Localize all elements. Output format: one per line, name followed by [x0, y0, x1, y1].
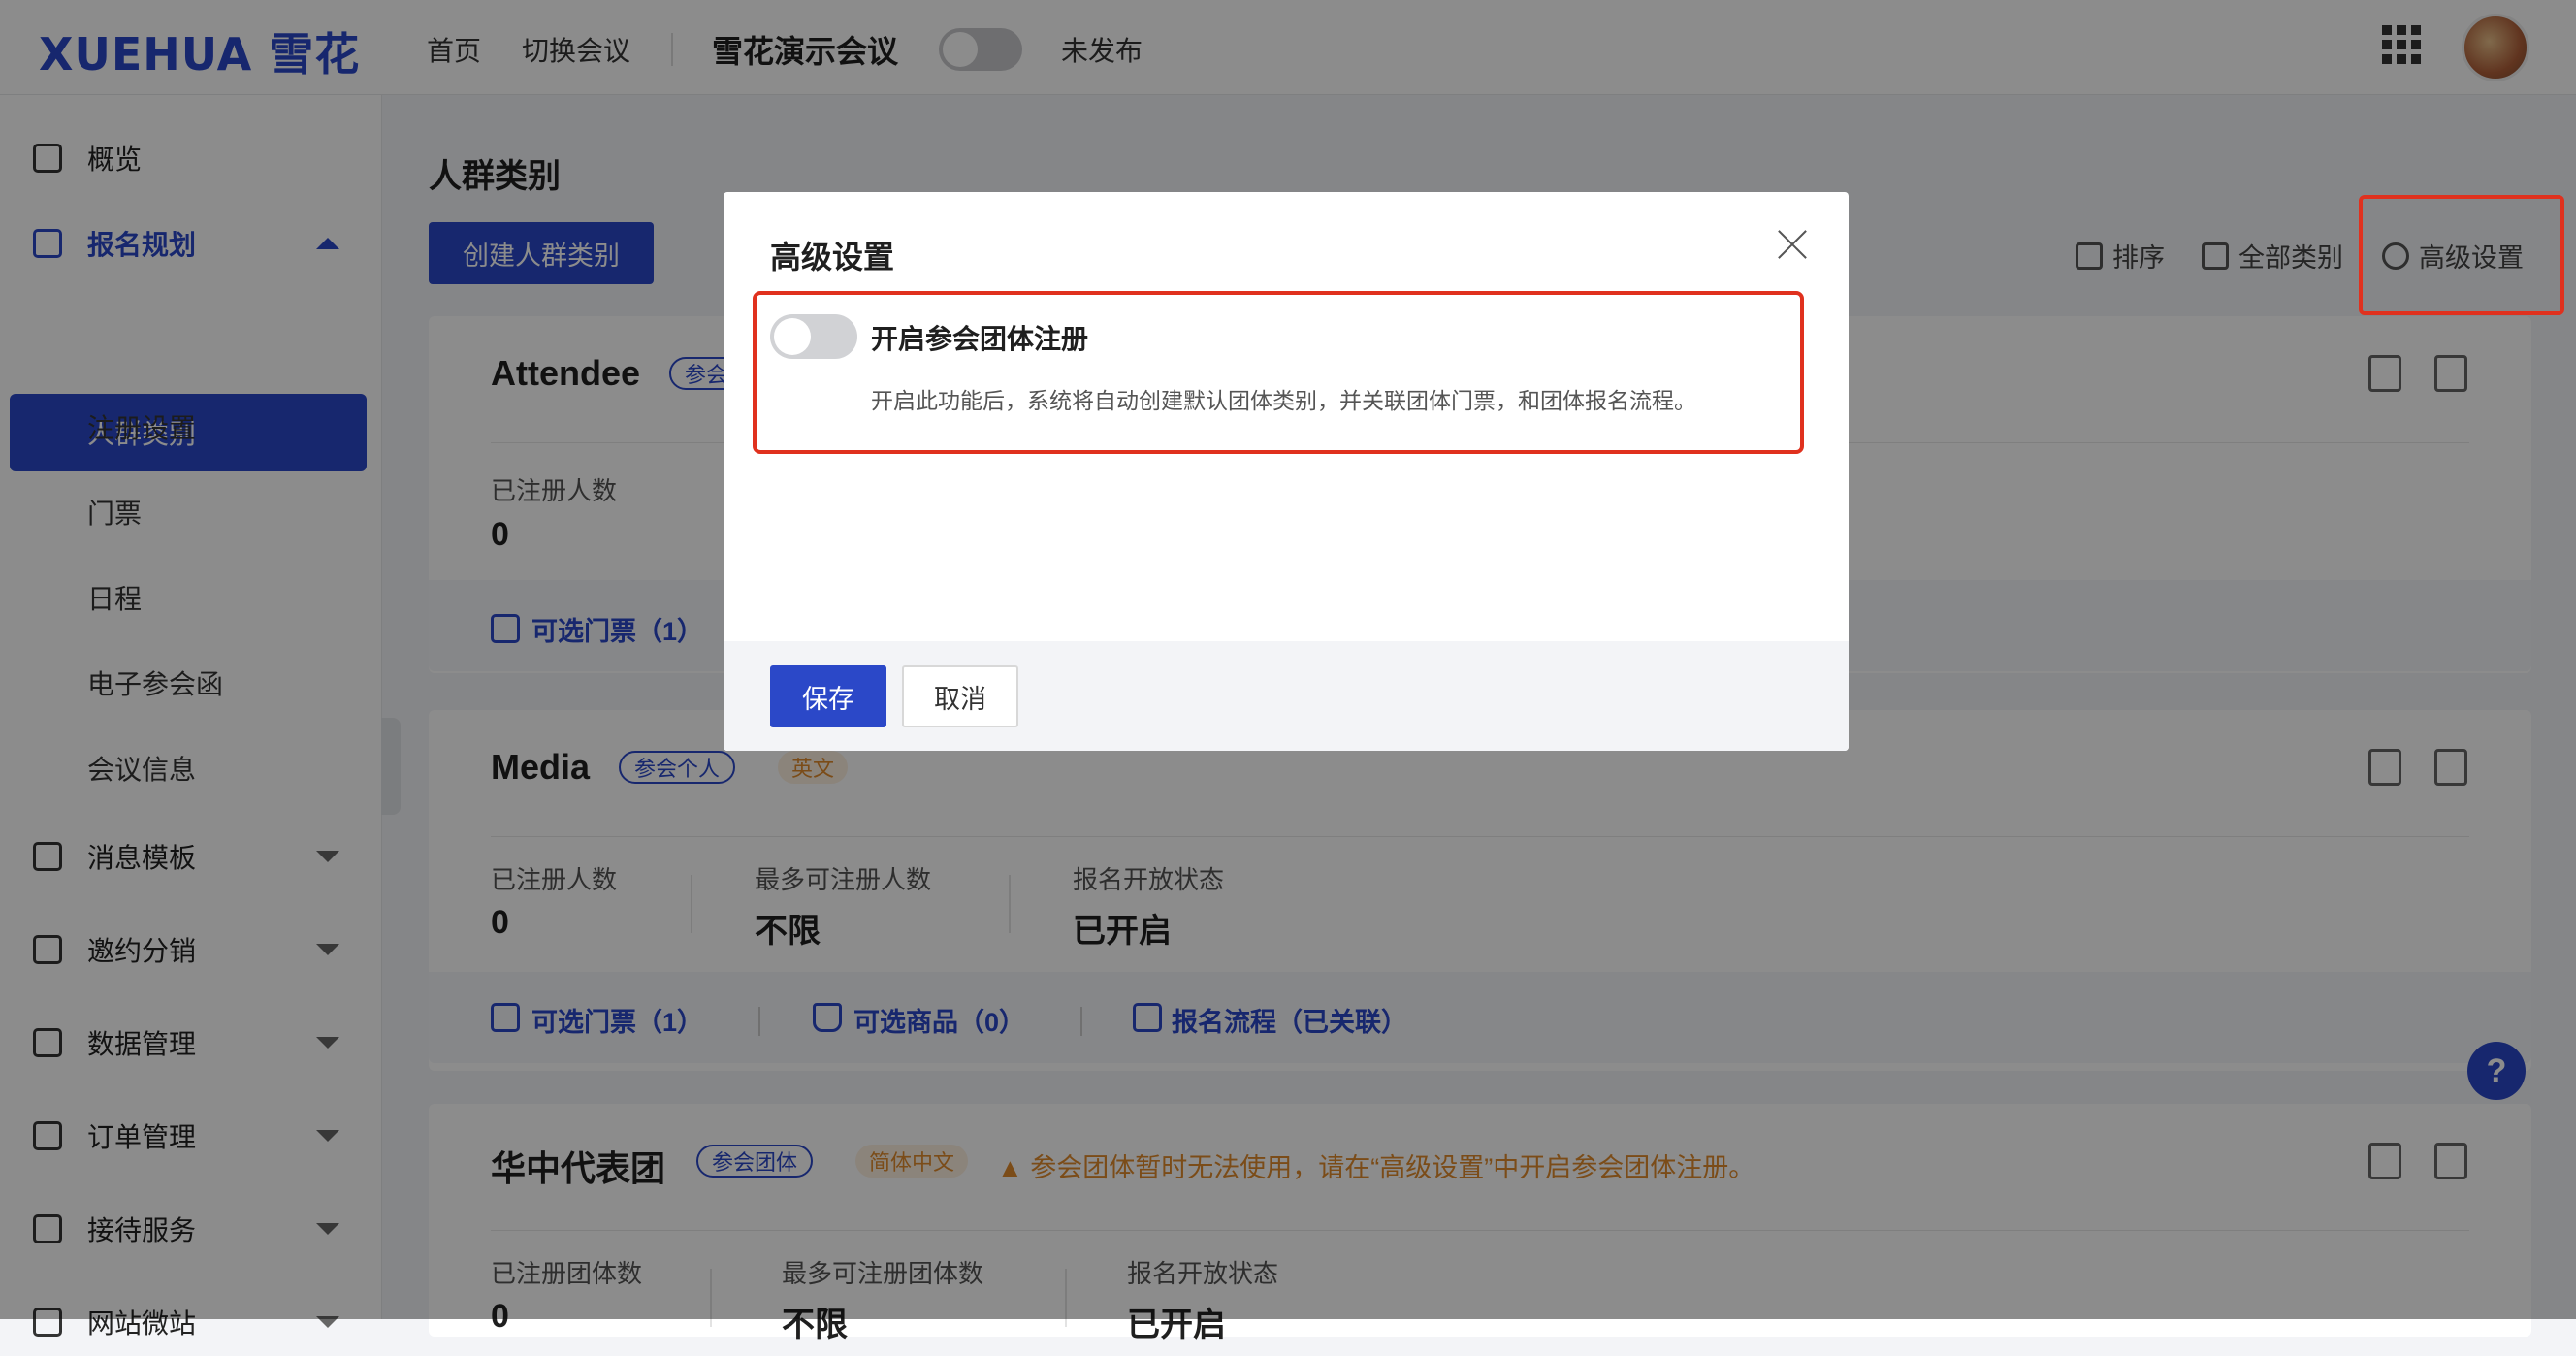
option-description: 开启此功能后，系统将自动创建默认团体类别，并关联团体门票，和团体报名流程。 — [871, 388, 1696, 413]
save-button[interactable]: 保存 — [770, 665, 886, 727]
option-title: 开启参会团体注册 — [871, 324, 1089, 354]
group-registration-toggle[interactable] — [770, 314, 857, 359]
advanced-settings-highlight — [2359, 195, 2564, 315]
cancel-button[interactable]: 取消 — [902, 665, 1018, 727]
close-icon[interactable] — [1773, 225, 1812, 264]
modal-footer: 保存 取消 — [724, 641, 1849, 751]
advanced-settings-modal: 高级设置 开启参会团体注册 开启此功能后，系统将自动创建默认团体类别，并关联团体… — [724, 192, 1849, 751]
modal-title: 高级设置 — [770, 240, 895, 274]
option-highlight — [753, 291, 1804, 454]
